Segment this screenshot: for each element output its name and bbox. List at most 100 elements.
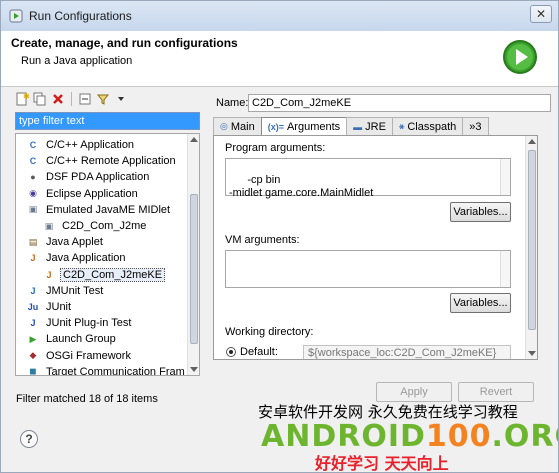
program-arguments-field[interactable]: -cp bin -midlet game.core.MainMidlet [225,158,511,199]
vm-arguments-label: VM arguments: [225,234,300,246]
midlet-config-icon: ▣ [44,220,54,231]
help-icon[interactable]: ? [20,430,38,448]
tab-arguments[interactable]: (x)= Arguments [260,117,348,136]
scroll-down-icon[interactable] [190,367,198,372]
java-app-icon: J [30,253,36,264]
configuration-list-pane: ✱ C C/C++ Application C C/C++ Remote Applic… [10,88,205,411]
tree-item[interactable]: C C/C++ Application [26,137,136,153]
dropdown-icon[interactable] [113,91,129,107]
scroll-up-icon[interactable] [528,139,536,144]
tab-overflow[interactable]: »3 [462,117,489,135]
delete-icon[interactable] [50,91,66,107]
tree-item[interactable]: ▣ Emulated JavaME MIDlet [26,202,172,218]
tab-main[interactable]: ◎ Main [213,117,262,135]
title-bar: Run Configurations ✕ [1,1,558,31]
tree-item-label: C2D_Com_J2me [62,220,147,232]
window-title: Run Configurations [29,9,132,23]
config-tabs: ◎ Main (x)= Arguments ▬ JRE ⚹ Classpath »3 [213,117,489,136]
working-directory-field[interactable]: ${workspace_loc:C2D_Com_J2meKE} [303,345,511,359]
tree-item-label: Target Communication Fram [46,365,185,376]
scroll-up-icon[interactable] [190,137,198,142]
tree-item[interactable]: Ju JUnit [26,299,73,315]
program-variables-button[interactable]: Variables... [450,202,511,222]
launch-group-icon: ▶ [29,333,37,344]
close-icon: ✕ [535,7,547,21]
tree-item-label: OSGi Framework [46,349,131,362]
filter-input[interactable] [15,112,200,130]
tree-item-label: Emulated JavaME MIDlet [46,203,171,216]
tab-label: Classpath [407,120,457,133]
tree-item[interactable]: C C/C++ Remote Application [26,153,178,169]
program-arguments-value: -cp bin -midlet game.core.MainMidlet [229,174,374,199]
osgi-icon: ◆ [29,350,37,361]
tree-item[interactable]: J C2D_Com_J2meKE [42,267,166,283]
header-subtitle: Run a Java application [21,55,133,67]
dsf-icon: ● [30,172,36,183]
tree-item-label: JUnit [46,301,72,313]
tree-item[interactable]: ▶ Launch Group [26,331,118,347]
tree-item[interactable]: ◆ OSGi Framework [26,348,133,364]
close-button[interactable]: ✕ [530,5,552,23]
tree-item-label: Java Applet [46,236,103,249]
new-config-icon[interactable]: ✱ [14,91,30,107]
watermark-line2: ANDROID100.ORG [261,419,558,454]
junit-plugin-icon: J [30,318,36,329]
tree-item[interactable]: J JMUnit Test [26,283,105,299]
tab-label: Main [230,120,255,133]
configuration-tree: C C/C++ Application C C/C++ Remote Applicat… [15,133,200,376]
tree-item[interactable]: ◉ Eclipse Application [26,186,140,202]
tree-item[interactable]: ▤ Java Applet [26,234,105,250]
run-configurations-dialog: Run Configurations ✕ Create, manage, and… [0,0,559,473]
header-title: Create, manage, and run configurations [11,36,238,50]
tree-item-label: Java Application [46,252,126,265]
tree-scroll-thumb[interactable] [190,194,198,344]
filter-icon[interactable] [95,91,111,107]
watermark-android: ANDROID [261,419,426,454]
vm-variables-button[interactable]: Variables... [450,293,511,313]
tab-jre[interactable]: ▬ JRE [346,117,393,135]
classpath-tab-icon: ⚹ [398,121,405,131]
scroll-down-icon[interactable] [528,351,536,356]
panel-scroll-thumb[interactable] [528,150,536,330]
svg-text:✱: ✱ [23,92,29,101]
program-arguments-scrollbar[interactable] [500,159,510,195]
tree-item[interactable]: J JUnit Plug-in Test [26,315,133,331]
toolbar-separator [71,92,72,106]
tab-label: »3 [469,120,482,133]
panel-scrollbar[interactable] [525,136,537,359]
tree-scrollbar[interactable] [187,134,199,375]
eclipse-icon: ◉ [29,188,37,199]
tree-item-label: C/C++ Application [46,139,135,151]
name-label: Name: [216,97,249,109]
vm-arguments-field[interactable] [225,250,511,288]
tree-item[interactable]: ▣ C2D_Com_J2me [42,218,148,234]
collapse-all-icon[interactable] [77,91,93,107]
dialog-header: Create, manage, and run configurations R… [1,31,558,87]
filter-status: Filter matched 18 of 18 items [16,393,158,405]
run-icon [503,40,537,74]
tree-item[interactable]: ● DSF PDA Application [26,169,151,185]
tab-label: Arguments [286,121,341,133]
tree-item[interactable]: J Java Application [26,250,128,266]
default-radio[interactable] [226,347,236,357]
apply-button[interactable]: Apply [376,382,452,402]
c-remote-icon: C [29,156,37,167]
duplicate-icon[interactable] [32,91,48,107]
name-field[interactable] [248,94,551,112]
watermark-line1: 安卓软件开发网 永久免费在线学习教程 [258,403,518,421]
arguments-panel: Program arguments: -cp bin -midlet game.… [213,135,538,360]
vm-arguments-scrollbar[interactable] [500,251,510,287]
tab-classpath[interactable]: ⚹ Classpath [391,117,464,135]
tcf-icon: ◼ [29,366,37,376]
tree-item-label: C/C++ Remote Application [46,155,176,168]
tree-item[interactable]: ◼ Target Communication Fram [26,364,187,376]
revert-button[interactable]: Revert [458,382,534,402]
main-tab-icon: ◎ [220,121,228,131]
tab-label: JRE [365,120,386,133]
default-label: Default: [240,346,278,358]
tree-item-label: DSF PDA Application [46,171,150,184]
jre-tab-icon: ▬ [353,121,363,132]
jmunit-icon: J [30,285,36,296]
applet-icon: ▤ [28,236,38,247]
working-directory-label: Working directory: [225,326,314,338]
